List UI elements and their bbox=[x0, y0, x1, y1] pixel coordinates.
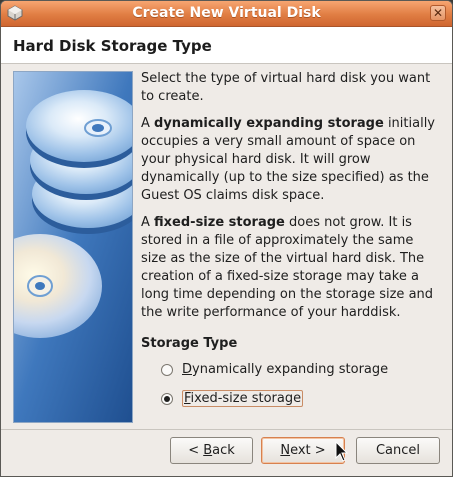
fixed-prefix: A bbox=[141, 215, 155, 230]
title-bar[interactable]: Create New Virtual Disk ✕ bbox=[1, 1, 452, 27]
close-icon: ✕ bbox=[432, 6, 444, 20]
page-title: Hard Disk Storage Type bbox=[13, 37, 212, 55]
option-fixed[interactable]: Fixed-size storage bbox=[161, 390, 304, 407]
fixed-text: does not grow. It is stored in a file of… bbox=[141, 215, 434, 320]
option-dynamic-label[interactable]: Dynamically expanding storage bbox=[182, 362, 388, 377]
next-button[interactable]: Next > bbox=[261, 437, 345, 464]
back-text: ack bbox=[212, 443, 235, 458]
mnemonic-n: N bbox=[280, 443, 291, 458]
dynamic-description: A dynamically expanding storage initiall… bbox=[141, 115, 441, 205]
mouse-pointer-icon bbox=[335, 441, 349, 462]
window-title: Create New Virtual Disk bbox=[132, 5, 321, 21]
back-prefix: < bbox=[188, 443, 204, 458]
description: Select the type of virtual hard disk you… bbox=[141, 70, 441, 353]
fixed-description: A fixed-size storage does not grow. It i… bbox=[141, 214, 441, 322]
disk-stack bbox=[26, 90, 132, 234]
option-dynamic-text: ynamically expanding storage bbox=[192, 362, 389, 377]
intro-text: Select the type of virtual hard disk you… bbox=[141, 71, 431, 104]
disk-platters-illustration bbox=[13, 71, 133, 423]
button-separator bbox=[1, 429, 452, 430]
option-fixed-label[interactable]: Fixed-size storage bbox=[182, 390, 304, 407]
cancel-text: Cancel bbox=[375, 443, 421, 458]
option-fixed-text: ixed-size storage bbox=[190, 391, 302, 406]
cancel-button[interactable]: Cancel bbox=[356, 437, 440, 464]
close-button[interactable]: ✕ bbox=[430, 5, 446, 21]
page-header: Hard Disk Storage Type bbox=[1, 27, 452, 64]
radio-fixed[interactable] bbox=[161, 392, 173, 405]
back-button[interactable]: < Back bbox=[170, 437, 253, 464]
mnemonic-b: B bbox=[203, 443, 213, 458]
option-dynamic[interactable]: Dynamically expanding storage bbox=[161, 362, 388, 377]
radio-dynamic[interactable] bbox=[161, 363, 173, 376]
dynamic-prefix: A bbox=[141, 116, 155, 131]
fixed-term: fixed-size storage bbox=[154, 215, 285, 230]
dynamic-term: dynamically expanding storage bbox=[154, 116, 384, 131]
next-text: ext > bbox=[290, 443, 326, 458]
mnemonic-d: D bbox=[182, 362, 193, 377]
storage-type-label: Storage Type bbox=[141, 336, 238, 351]
dialog-window: Create New Virtual Disk ✕ Hard Disk Stor… bbox=[0, 0, 453, 477]
